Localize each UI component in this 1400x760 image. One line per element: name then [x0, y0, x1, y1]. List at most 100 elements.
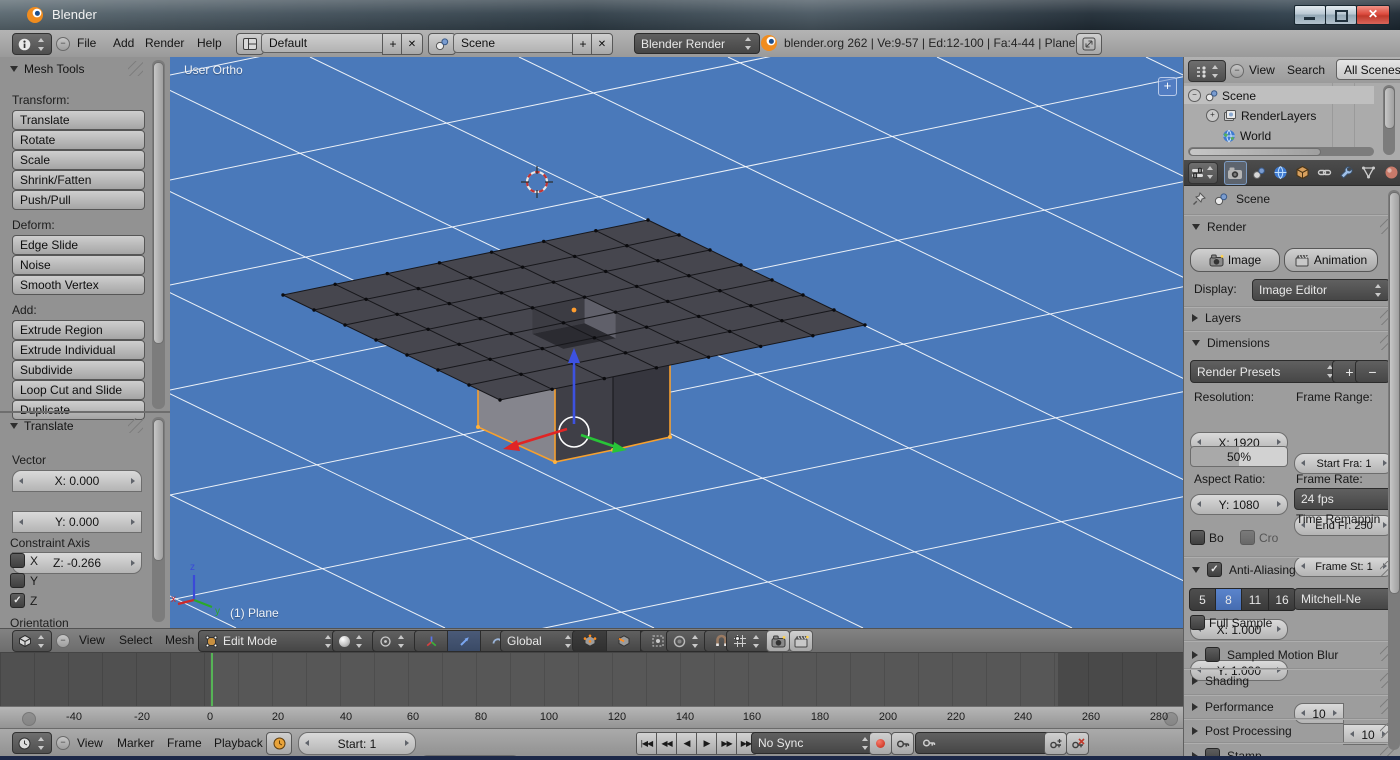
region-expand-button[interactable]: + [1158, 77, 1177, 96]
constraint-y-checkbox[interactable] [10, 573, 25, 588]
menu-help[interactable]: Help [192, 35, 227, 51]
display-mode-select[interactable]: Image Editor [1252, 279, 1390, 301]
render-opengl-anim-button[interactable] [789, 630, 813, 652]
outliner-item-scene[interactable]: − Scene [1184, 87, 1378, 104]
screen-layout-browse-button[interactable] [236, 33, 264, 55]
jump-to-start-button[interactable]: |◀◀ [636, 732, 657, 755]
sync-mode-select[interactable]: No Sync [751, 732, 877, 754]
menu-view[interactable]: View [74, 632, 110, 648]
menu-view[interactable]: View [1244, 62, 1280, 78]
scene-browse-button[interactable] [428, 33, 456, 55]
menu-file[interactable]: File [72, 35, 101, 51]
aa-samples-5[interactable]: 5 [1189, 588, 1216, 611]
noise-button[interactable]: Noise [12, 255, 145, 275]
manipulator-axes-toggle[interactable] [414, 630, 448, 652]
3d-viewport[interactable]: z x y User Ortho (1) Plane + [170, 57, 1183, 628]
render-opengl-button[interactable] [766, 630, 790, 652]
tab-object[interactable] [1293, 162, 1313, 184]
next-keyframe-button[interactable]: ▶▶ [716, 732, 737, 755]
scale-button[interactable]: Scale [12, 150, 145, 170]
shrink-fatten-button[interactable]: Shrink/Fatten [12, 170, 145, 190]
frame-rate-select[interactable]: 24 fps [1294, 488, 1400, 510]
aa-samples-11[interactable]: 11 [1241, 588, 1269, 611]
menu-mesh[interactable]: Mesh [160, 632, 199, 648]
antialiasing-checkbox[interactable]: ✓ [1207, 562, 1222, 577]
render-image-button[interactable]: Image [1190, 248, 1280, 272]
tab-render[interactable] [1224, 161, 1246, 185]
full-sample-checkbox[interactable] [1190, 615, 1205, 630]
extrude-region-button[interactable]: Extrude Region [12, 320, 145, 340]
tab-world[interactable] [1271, 162, 1291, 184]
motion-blur-panel-header[interactable]: Sampled Motion Blur [1192, 647, 1338, 662]
title-bar[interactable]: Blender ✕ [0, 0, 1400, 30]
editor-type-button[interactable] [12, 33, 52, 55]
minimize-button[interactable] [1294, 5, 1326, 25]
keying-set-field[interactable] [915, 732, 1055, 754]
menu-search[interactable]: Search [1282, 62, 1330, 78]
playhead[interactable] [211, 653, 213, 707]
resolution-percentage-slider[interactable]: 50% [1190, 446, 1288, 467]
editor-type-button[interactable] [12, 630, 52, 652]
operator-panel-header[interactable]: Translate [10, 419, 74, 433]
edge-select-toggle[interactable] [606, 630, 641, 652]
delete-scene-button[interactable]: ✕ [591, 33, 613, 55]
aa-samples-8[interactable]: 8 [1215, 588, 1242, 611]
mesh-tools-panel-header[interactable]: Mesh Tools [10, 62, 84, 76]
render-engine-select[interactable]: Blender Render [634, 33, 760, 54]
frame-start-field[interactable]: Start Fra: 1 [1294, 453, 1394, 474]
vertex-select-toggle[interactable] [572, 630, 607, 652]
mode-select[interactable]: Edit Mode [198, 630, 340, 652]
border-checkbox[interactable] [1190, 530, 1205, 545]
panel-grip[interactable] [128, 61, 143, 76]
render-presets-select[interactable]: Render Presets [1190, 360, 1342, 383]
dimensions-panel-header[interactable]: Dimensions [1192, 336, 1270, 350]
aa-samples-16[interactable]: 16 [1268, 588, 1296, 611]
extrude-individual-button[interactable]: Extrude Individual [12, 340, 145, 360]
auto-key-mode-button[interactable] [891, 732, 914, 755]
subdivide-button[interactable]: Subdivide [12, 360, 145, 380]
screen-layout-name-field[interactable]: Default [261, 33, 399, 53]
insert-keyframe-button[interactable] [1044, 732, 1067, 755]
tab-object-data[interactable] [1359, 162, 1379, 184]
timeline-ruler[interactable]: -40 -20 0 20 40 60 80 100 120 140 160 18… [0, 706, 1183, 729]
post-processing-panel-header[interactable]: Post Processing [1192, 724, 1292, 738]
edge-slide-button[interactable]: Edge Slide [12, 235, 145, 255]
scrollbar-thumb[interactable] [1189, 148, 1321, 156]
performance-panel-header[interactable]: Performance [1192, 700, 1274, 714]
shading-panel-header[interactable]: Shading [1192, 674, 1249, 688]
outliner-item-renderlayers[interactable]: + RenderLayers [1184, 107, 1396, 124]
crop-checkbox[interactable] [1240, 530, 1255, 545]
window-duplicate-button[interactable] [1076, 33, 1102, 55]
vector-x-field[interactable]: X: 0.000 [12, 470, 142, 492]
timeline-canvas[interactable] [0, 652, 1183, 707]
antialiasing-panel-header[interactable]: ✓ Anti-Aliasing [1192, 562, 1296, 577]
rotate-button[interactable]: Rotate [12, 130, 145, 150]
constraint-z-checkbox[interactable]: ✓ [10, 593, 25, 608]
collapse-menus-button[interactable]: − [56, 37, 70, 51]
motion-blur-checkbox[interactable] [1205, 647, 1220, 662]
scrollbar-thumb[interactable] [153, 62, 164, 344]
transform-orientation-select[interactable]: Global [500, 630, 580, 652]
outliner-item-world[interactable]: World [1184, 127, 1400, 144]
editor-type-button[interactable] [1188, 162, 1218, 184]
menu-render[interactable]: Render [140, 35, 189, 51]
remap-old-field[interactable]: 10 [1294, 703, 1344, 724]
layers-panel-header[interactable]: Layers [1192, 311, 1241, 325]
collapse-menus-button[interactable]: − [1230, 64, 1244, 78]
scrollbar-thumb[interactable] [1384, 87, 1395, 129]
push-pull-button[interactable]: Push/Pull [12, 190, 145, 210]
scene-name-field[interactable]: Scene [453, 33, 589, 53]
scroller-left-cap[interactable] [22, 712, 36, 726]
scrollbar-thumb[interactable] [1389, 192, 1400, 594]
scrollbar-thumb[interactable] [153, 419, 164, 561]
tab-constraints[interactable] [1315, 162, 1335, 184]
aa-filter-select[interactable]: Mitchell-Ne [1294, 588, 1400, 610]
remove-preset-button[interactable]: − [1355, 360, 1390, 383]
play-button[interactable]: ▶ [696, 732, 717, 755]
translate-button[interactable]: Translate [12, 110, 145, 130]
render-panel-header[interactable]: Render [1192, 220, 1246, 234]
panel-grip[interactable] [128, 418, 143, 433]
operator-scrollbar[interactable] [152, 417, 165, 622]
menu-select[interactable]: Select [114, 632, 157, 648]
resolution-y-field[interactable]: Y: 1080 [1190, 494, 1288, 515]
